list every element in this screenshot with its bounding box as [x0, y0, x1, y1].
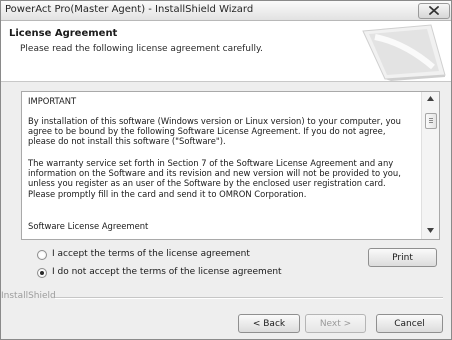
- divider: [55, 297, 443, 299]
- scroll-up-arrow-icon[interactable]: [427, 96, 434, 101]
- print-button[interactable]: Print: [368, 248, 437, 267]
- wizard-header: License Agreement Please read the follow…: [1, 21, 451, 82]
- computer-screen-graphic: [362, 24, 446, 81]
- license-heading: IMPORTANT: [28, 96, 77, 106]
- window-title: PowerAct Pro(Master Agent) - InstallShie…: [5, 4, 254, 15]
- scroll-down-arrow-icon[interactable]: [427, 228, 434, 233]
- scrollbar-thumb[interactable]: [425, 113, 437, 129]
- wizard-body: IMPORTANT By installation of this softwa…: [1, 82, 451, 339]
- cancel-button[interactable]: Cancel: [376, 314, 443, 333]
- decline-label[interactable]: I do not accept the terms of the license…: [52, 267, 282, 277]
- accept-radio[interactable]: [37, 250, 47, 260]
- license-text-box[interactable]: IMPORTANT By installation of this softwa…: [21, 91, 440, 240]
- close-x-icon: [429, 6, 439, 15]
- back-button[interactable]: < Back: [238, 314, 300, 333]
- installshield-wizard-window: PowerAct Pro(Master Agent) - InstallShie…: [0, 0, 452, 340]
- accept-label[interactable]: I accept the terms of the license agreem…: [52, 249, 250, 259]
- brand-separator: InstallShield: [1, 291, 451, 303]
- vertical-scrollbar[interactable]: [421, 92, 439, 239]
- license-text-content: IMPORTANT By installation of this softwa…: [22, 92, 416, 239]
- license-paragraph: By installation of this software (Window…: [28, 116, 401, 147]
- close-button[interactable]: [418, 3, 450, 19]
- title-bar[interactable]: PowerAct Pro(Master Agent) - InstallShie…: [1, 1, 451, 21]
- page-subtitle: Please read the following license agreem…: [20, 44, 263, 54]
- installshield-brand: InstallShield: [1, 291, 56, 301]
- decline-radio[interactable]: [37, 268, 47, 278]
- page-title: License Agreement: [9, 28, 118, 39]
- license-paragraph: Software License Agreement: [28, 221, 149, 231]
- license-paragraph: The warranty service set forth in Sectio…: [28, 158, 401, 199]
- next-button[interactable]: Next >: [305, 314, 366, 333]
